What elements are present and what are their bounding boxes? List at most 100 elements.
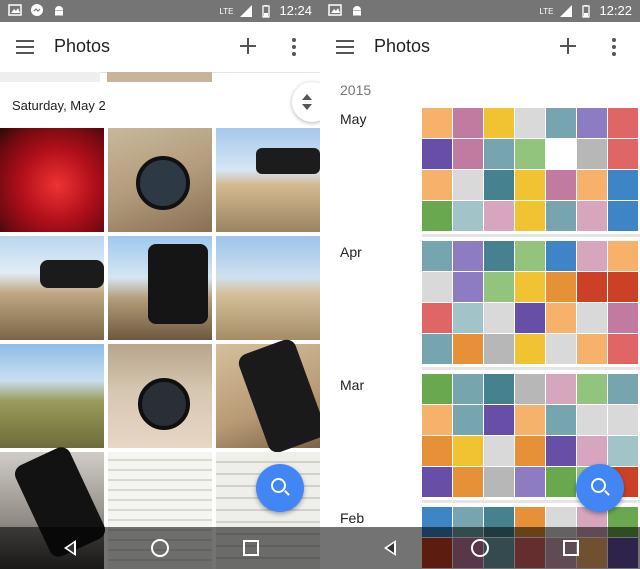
photo-thumbnail[interactable] [484,201,514,231]
photo-thumbnail[interactable] [608,334,638,364]
photo-thumbnail[interactable] [453,170,483,200]
photo-thumbnail[interactable] [577,201,607,231]
photo-thumbnail[interactable] [608,272,638,302]
photo-thumbnail[interactable] [577,241,607,271]
photo-thumbnail[interactable] [515,201,545,231]
back-icon[interactable] [64,540,76,556]
photo-thumbnail[interactable] [546,405,576,435]
photo-thumbnail[interactable] [453,272,483,302]
overflow-menu-icon[interactable] [292,38,296,56]
partial-photo-top[interactable] [0,72,100,82]
partial-photo-top[interactable] [107,72,212,82]
photo-thumbnail[interactable] [422,405,452,435]
photo-thumbnail[interactable] [577,303,607,333]
photo-thumbnail[interactable] [515,436,545,466]
photo-thumbnail[interactable] [577,139,607,169]
photo-thumbnail[interactable] [422,108,452,138]
photo-thumbnail[interactable] [608,108,638,138]
photo-thumbnail[interactable] [546,139,576,169]
photo-thumbnail[interactable] [577,272,607,302]
photo-camera-field-2[interactable] [0,236,104,340]
menu-icon[interactable] [16,40,34,54]
photo-thumbnail[interactable] [484,334,514,364]
photo-thumbnail[interactable] [577,405,607,435]
overflow-menu-icon[interactable] [612,38,616,56]
photo-dirt-field[interactable] [216,236,320,340]
photo-thumbnail[interactable] [422,272,452,302]
photo-thumbnail[interactable] [484,303,514,333]
photo-thumbnail[interactable] [515,241,545,271]
photo-thumbnail[interactable] [608,405,638,435]
back-icon[interactable] [384,540,396,556]
photo-thumbnail[interactable] [453,374,483,404]
photo-thumbnail[interactable] [484,436,514,466]
photo-thumbnail[interactable] [484,241,514,271]
photo-camera-sky[interactable] [108,236,212,340]
photo-thumbnail[interactable] [484,272,514,302]
photo-thumbnail[interactable] [608,241,638,271]
photo-thumbnail[interactable] [515,272,545,302]
fast-scroll-handle[interactable] [292,82,320,122]
photo-thumbnail[interactable] [515,303,545,333]
photo-thumbnail[interactable] [422,467,452,497]
photo-thumbnail[interactable] [484,405,514,435]
photo-thumbnail[interactable] [577,436,607,466]
photo-thumbnail[interactable] [422,241,452,271]
photo-thumbnail[interactable] [608,436,638,466]
photo-thumbnail[interactable] [546,272,576,302]
recents-icon[interactable] [243,540,259,556]
photo-thumbnail[interactable] [546,170,576,200]
photo-thumbnail[interactable] [453,303,483,333]
photo-thumbnail[interactable] [515,374,545,404]
photo-thumbnail[interactable] [515,405,545,435]
photo-thumbnail[interactable] [546,108,576,138]
photo-thumbnail[interactable] [608,374,638,404]
photo-thumbnail[interactable] [453,241,483,271]
photo-thumbnail[interactable] [577,108,607,138]
photo-thumbnail[interactable] [453,201,483,231]
photo-thumbnail[interactable] [546,436,576,466]
photo-thumbnail[interactable] [608,303,638,333]
photo-thumbnail[interactable] [515,334,545,364]
photo-thumbnail[interactable] [422,374,452,404]
photo-thumbnail[interactable] [422,303,452,333]
photo-thumbnail[interactable] [453,139,483,169]
menu-icon[interactable] [336,40,354,54]
search-fab[interactable] [576,464,624,512]
add-icon[interactable] [560,38,576,54]
photo-thumbnail[interactable] [546,467,576,497]
photo-thumbnail[interactable] [453,467,483,497]
photo-thumbnail[interactable] [546,374,576,404]
photo-green-field[interactable] [0,344,104,448]
photo-thumbnail[interactable] [515,170,545,200]
photo-thumbnail[interactable] [453,436,483,466]
photo-thumbnail[interactable] [484,170,514,200]
photo-thumbnail[interactable] [577,170,607,200]
photo-camera-field[interactable] [216,128,320,232]
photo-thumbnail[interactable] [608,201,638,231]
search-fab[interactable] [256,464,304,512]
photo-thumbnail[interactable] [546,201,576,231]
photo-lens-closeup[interactable] [216,336,320,456]
photo-thumbnail[interactable] [484,467,514,497]
photo-thumbnail[interactable] [546,334,576,364]
photo-thumbnail[interactable] [546,241,576,271]
photo-thumbnail[interactable] [608,170,638,200]
photo-thumbnail[interactable] [422,334,452,364]
photo-thumbnail[interactable] [515,108,545,138]
home-icon[interactable] [471,539,489,557]
photo-thumbnail[interactable] [422,201,452,231]
photo-thumbnail[interactable] [515,467,545,497]
add-icon[interactable] [240,38,256,54]
home-icon[interactable] [151,539,169,557]
photo-thumbnail[interactable] [484,374,514,404]
recents-icon[interactable] [563,540,579,556]
photo-thumbnail[interactable] [484,139,514,169]
photo-red-rose[interactable] [0,128,104,232]
photo-thumbnail[interactable] [422,436,452,466]
photo-thumbnail[interactable] [484,108,514,138]
photo-thumbnail[interactable] [453,108,483,138]
photo-thumbnail[interactable] [608,139,638,169]
photo-thumbnail[interactable] [453,334,483,364]
photo-thumbnail[interactable] [422,170,452,200]
